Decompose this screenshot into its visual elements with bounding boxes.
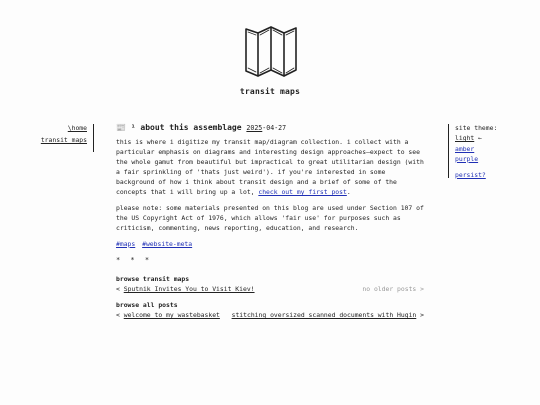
browse-transit-heading: browse transit maps — [116, 275, 190, 284]
tag-list: #maps #website-meta — [116, 240, 424, 250]
main-content: 📰 ¹ about this assemblage 2025-04-27 thi… — [116, 122, 424, 323]
next-arrow-icon: > — [420, 311, 424, 320]
prev-arrow-icon: < — [116, 285, 120, 294]
folded-map-icon — [245, 26, 297, 77]
browse-all-row: < welcome to my wastebasket stitching ov… — [116, 311, 424, 321]
prev-arrow-icon: < — [116, 311, 120, 320]
persist-toggle[interactable]: persist? — [455, 171, 525, 181]
post-title-row: 📰 ¹ about this assemblage 2025-04-27 — [116, 122, 424, 134]
left-nav: \home transit maps — [30, 124, 94, 152]
first-post-link[interactable]: check out my first post — [258, 188, 347, 196]
theme-purple-link[interactable]: purple — [455, 155, 525, 165]
fair-use-paragraph: please note: some materials presented on… — [116, 203, 424, 232]
section-divider: * * * — [116, 255, 153, 264]
post-date: 2025-04-27 — [246, 124, 286, 132]
theme-label: site theme: — [455, 124, 498, 132]
prev-transit-link[interactable]: Sputnik Invites You to Visit Kiev! — [124, 285, 255, 293]
next-post-link[interactable]: stitching oversized scanned documents wi… — [232, 311, 417, 319]
selected-arrow-icon: ← — [478, 134, 482, 143]
post-date-year[interactable]: 2025 — [246, 124, 262, 132]
browse-all-heading: browse all posts — [116, 301, 178, 310]
prev-post-link[interactable]: welcome to my wastebasket — [124, 311, 220, 319]
theme-light-link[interactable]: light — [455, 134, 474, 142]
post-title: 📰 ¹ about this assemblage — [116, 123, 242, 132]
intro-paragraph: this is where i digitize my transit map/… — [116, 138, 424, 198]
tag-maps[interactable]: #maps — [116, 240, 135, 248]
theme-panel: site theme: light ← amber purple persist… — [448, 124, 525, 181]
post-date-rest: -04-27 — [262, 124, 287, 132]
theme-amber-link[interactable]: amber — [455, 145, 525, 155]
no-older-posts: no older posts — [362, 285, 417, 294]
home-link[interactable]: \home — [68, 124, 87, 132]
browse-transit-row: < Sputnik Invites You to Visit Kiev! no … — [116, 285, 424, 295]
site-title: transit maps — [239, 87, 301, 96]
next-arrow-icon: > — [420, 285, 424, 294]
intro-end: . — [346, 188, 351, 196]
transit-maps-link[interactable]: transit maps — [41, 136, 87, 144]
tag-website-meta[interactable]: #website-meta — [142, 240, 192, 248]
